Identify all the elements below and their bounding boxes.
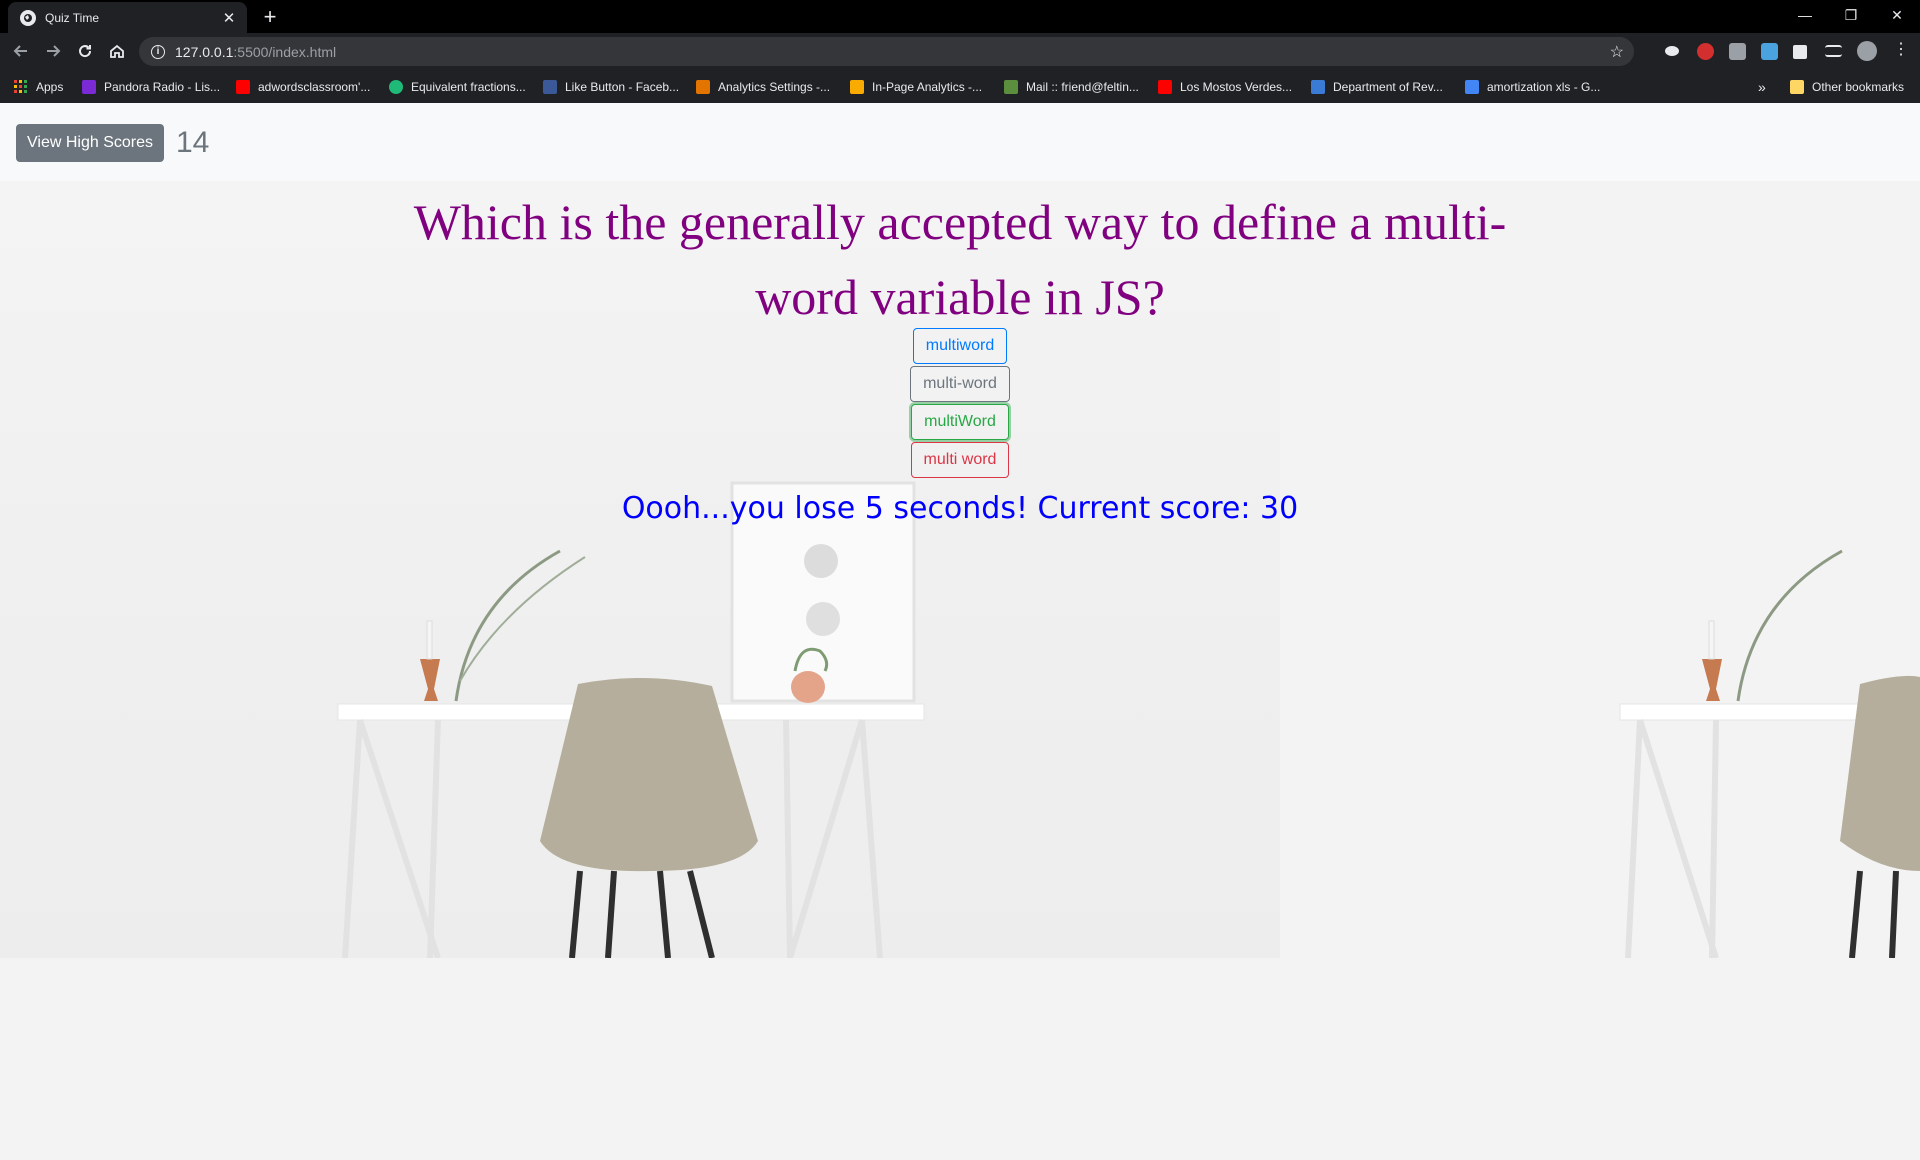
check-icon — [389, 79, 403, 94]
bookmarks-overflow-icon[interactable]: » — [1758, 70, 1766, 103]
bookmark-item[interactable]: Mail :: friend@feltin... — [1004, 70, 1139, 103]
new-tab-button[interactable]: + — [257, 4, 283, 30]
forward-icon[interactable] — [40, 38, 66, 64]
bookmark-item[interactable]: Like Button - Faceb... — [543, 70, 679, 103]
bookmark-star-icon[interactable]: ☆ — [1610, 42, 1624, 62]
bookmark-item[interactable]: In-Page Analytics -... — [850, 70, 982, 103]
globe-icon — [1311, 79, 1325, 94]
google-icon — [1465, 79, 1479, 94]
quiz-navbar: View High Scores 14 — [0, 103, 1920, 181]
bookmark-item[interactable]: Department of Rev... — [1311, 70, 1443, 103]
question-text: Which is the generally accepted way to d… — [413, 194, 1507, 325]
answer-button[interactable]: multiword — [912, 328, 1008, 364]
answer-button-selected[interactable]: multiWord — [911, 404, 1009, 440]
answer-button[interactable]: multi-word — [910, 366, 1010, 402]
youtube-icon — [1158, 79, 1172, 94]
bookmark-item[interactable]: amortization xls - G... — [1465, 70, 1600, 103]
background-scene: Which is the generally accepted way to d… — [0, 181, 1920, 958]
page-viewport: View High Scores 14 Which is the general… — [0, 103, 1920, 1160]
analytics-icon — [696, 79, 710, 94]
bookmark-item[interactable]: adwordsclassroom'... — [236, 70, 370, 103]
apps-grid-icon — [14, 79, 28, 94]
bookmarks-bar: Apps Pandora Radio - Lis... adwordsclass… — [0, 70, 1920, 103]
home-icon[interactable] — [104, 38, 130, 64]
countdown-timer: 14 — [176, 126, 210, 159]
bar-chart-icon — [850, 79, 864, 94]
close-tab-icon[interactable]: ✕ — [221, 9, 237, 27]
puzzle-icon[interactable] — [1793, 45, 1807, 59]
youtube-icon — [236, 79, 250, 94]
bookmark-item[interactable]: Pandora Radio - Lis... — [82, 70, 220, 103]
bookmark-apps[interactable]: Apps — [14, 70, 63, 103]
extension-icon[interactable] — [1729, 43, 1746, 60]
browser-tab[interactable]: Quiz Time ✕ — [8, 2, 247, 33]
browser-toolbar: i 127.0.0.1:5500/index.html ☆ ⋮ — [0, 33, 1920, 70]
adblock-icon[interactable] — [1697, 43, 1714, 60]
address-bar[interactable]: i 127.0.0.1:5500/index.html ☆ — [139, 37, 1634, 66]
avatar[interactable] — [1857, 41, 1877, 61]
restore-icon[interactable]: ❐ — [1828, 0, 1874, 30]
facebook-icon — [543, 79, 557, 94]
answer-list: multiword multi-word multiWord multi wor… — [0, 328, 1920, 480]
minimize-icon[interactable]: — — [1782, 0, 1828, 30]
menu-kebab-icon[interactable]: ⋮ — [1893, 39, 1909, 58]
bookmark-item[interactable]: Analytics Settings -... — [696, 70, 830, 103]
window-close-icon[interactable]: ✕ — [1874, 0, 1920, 30]
mail-icon — [1004, 79, 1018, 94]
view-high-scores-button[interactable]: View High Scores — [16, 124, 164, 162]
feedback-message: Oooh...you lose 5 seconds! Current score… — [621, 491, 1299, 526]
other-bookmarks[interactable]: Other bookmarks — [1790, 70, 1904, 103]
pandora-icon — [82, 79, 96, 94]
floor-area — [0, 958, 1920, 1160]
answer-button[interactable]: multi word — [910, 442, 1010, 478]
reload-icon[interactable] — [72, 38, 98, 64]
extension-icon[interactable] — [1665, 46, 1679, 56]
folder-icon — [1790, 79, 1804, 94]
back-icon[interactable] — [8, 38, 34, 64]
site-info-icon[interactable]: i — [151, 44, 165, 59]
browser-tab-strip: Quiz Time ✕ + — ❐ ✕ — [0, 0, 1920, 33]
url-text: 127.0.0.1:5500/index.html — [175, 43, 337, 60]
bookmark-item[interactable]: Equivalent fractions... — [389, 70, 526, 103]
bookmark-item[interactable]: Los Mostos Verdes... — [1158, 70, 1292, 103]
tab-title: Quiz Time — [45, 10, 100, 25]
globe-icon — [20, 9, 36, 26]
media-queue-icon[interactable] — [1825, 45, 1842, 57]
extension-icon[interactable] — [1761, 43, 1778, 60]
